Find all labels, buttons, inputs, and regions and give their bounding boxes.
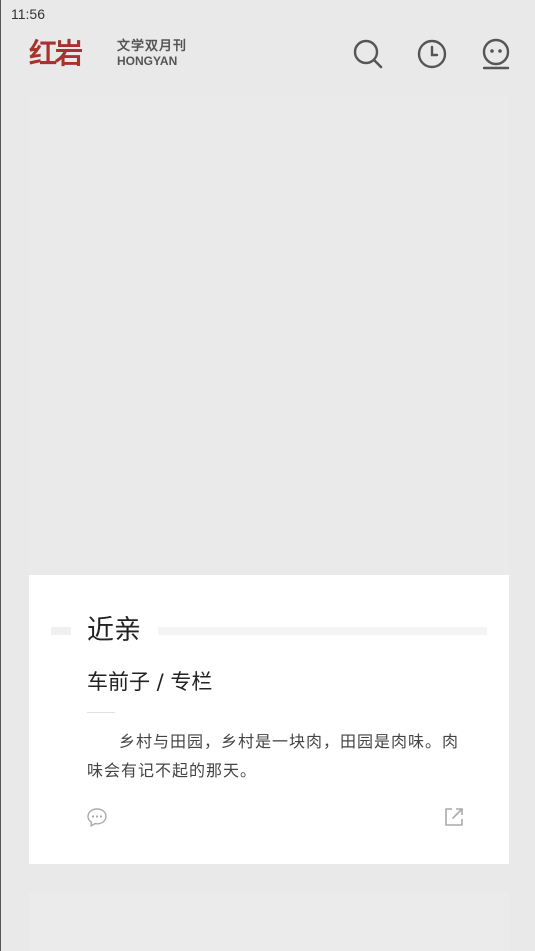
logo-mark: 红岩 [29,37,83,70]
article-excerpt: 乡村与田园，乡村是一块肉，田园是肉味。肉味会有记不起的那天。 [87,732,460,780]
status-time: 11:56 [11,6,45,22]
title-decor-right [158,627,487,635]
article-card[interactable]: 近亲 车前子 / 专栏 乡村与田园，乡村是一块肉，田园是肉味。肉味会有记不起的那… [29,95,509,864]
article-title-row: 近亲 [51,615,487,647]
logo-subtitle-cn: 文学双月刊 [117,39,188,54]
app-header: 红岩 文学双月刊 HONGYAN [1,28,535,82]
comment-icon[interactable] [86,806,108,828]
article-cover-image[interactable] [29,95,509,575]
article-divider [87,712,115,713]
title-decor-left [51,627,71,635]
article-byline: 车前子 / 专栏 [87,670,213,694]
history-clock-icon[interactable] [416,38,448,70]
status-bar: 11:56 [1,0,535,28]
logo-subtitle-en: HONGYAN [117,54,178,68]
article-title[interactable]: 近亲 [87,615,141,647]
hongyan-logo[interactable]: 红岩 文学双月刊 HONGYAN [29,39,189,71]
share-icon[interactable] [443,806,465,828]
search-icon[interactable] [352,38,384,70]
user-face-icon[interactable] [480,38,512,70]
next-article-card[interactable] [29,893,509,951]
